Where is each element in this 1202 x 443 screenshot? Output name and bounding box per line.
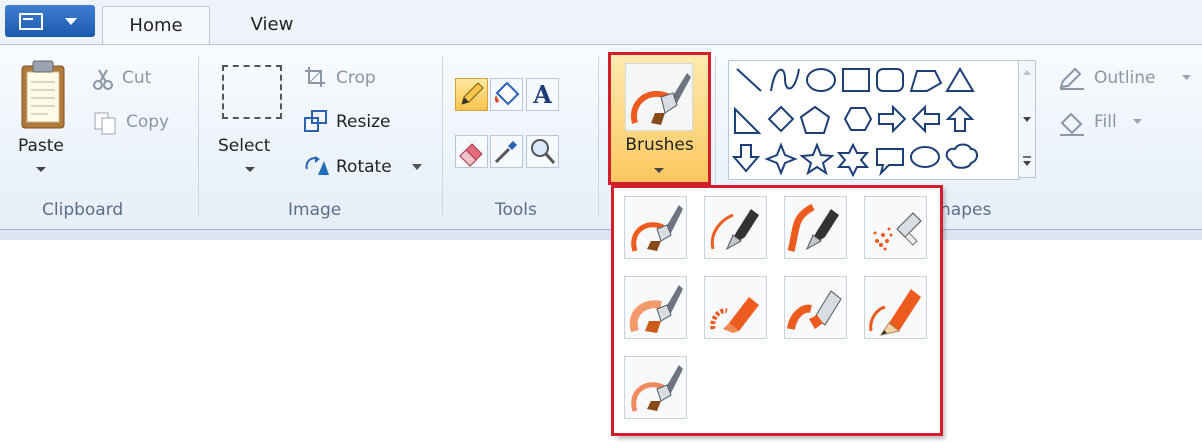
rectangle-shape-icon bbox=[842, 68, 870, 92]
ribbon-bottom-bar bbox=[0, 230, 1202, 240]
shapes-gallery[interactable] bbox=[728, 60, 1020, 180]
chevron-down-icon[interactable] bbox=[1133, 119, 1142, 125]
shapes-icons bbox=[731, 67, 978, 178]
resize-button[interactable]: Resize bbox=[336, 112, 390, 132]
rotate-button[interactable]: Rotate bbox=[336, 157, 392, 177]
eraser-icon bbox=[459, 143, 483, 167]
up-arrow-shape-icon bbox=[945, 105, 975, 132]
pencil-tool[interactable] bbox=[455, 78, 488, 111]
chevron-down-icon bbox=[65, 18, 77, 25]
hexagon-shape-icon bbox=[843, 107, 873, 131]
fill-bucket-icon bbox=[1060, 112, 1084, 136]
rounded-callout-shape-icon bbox=[876, 148, 904, 177]
oval-shape-icon bbox=[806, 68, 836, 92]
scroll-down-icon bbox=[1023, 117, 1031, 122]
shapes-gallery-scroller[interactable] bbox=[1018, 60, 1036, 178]
chevron-down-icon[interactable] bbox=[412, 164, 422, 171]
text-tool[interactable]: A bbox=[526, 78, 559, 111]
magnifier-icon bbox=[531, 139, 556, 164]
pentagon-shape-icon bbox=[799, 105, 831, 134]
diamond-shape-icon bbox=[767, 105, 795, 133]
gallery-scroll-icons bbox=[1023, 70, 1031, 166]
outline-button[interactable]: Outline bbox=[1094, 68, 1156, 88]
five-point-star-shape-icon bbox=[799, 142, 835, 176]
paint-menu-button[interactable] bbox=[5, 5, 95, 37]
ribbon-tab-strip: Home View bbox=[0, 0, 1202, 45]
chevron-down-icon[interactable] bbox=[1182, 75, 1191, 81]
eraser-tool[interactable] bbox=[455, 135, 488, 168]
copy-icon bbox=[94, 112, 116, 135]
group-label-shapes: hapes bbox=[940, 200, 992, 220]
chevron-down-icon[interactable] bbox=[244, 166, 256, 174]
cut-button[interactable]: Cut bbox=[122, 68, 151, 88]
select-icon[interactable] bbox=[222, 65, 282, 119]
color-picker-tool[interactable] bbox=[490, 135, 523, 168]
left-arrow-shape-icon bbox=[911, 104, 940, 134]
triangle-shape-icon bbox=[945, 67, 975, 92]
group-label-clipboard: Clipboard bbox=[42, 200, 124, 220]
four-point-star-shape-icon bbox=[764, 142, 798, 176]
group-label-tools: Tools bbox=[495, 200, 537, 220]
group-divider bbox=[442, 56, 443, 216]
tab-view[interactable]: View bbox=[222, 6, 322, 44]
group-divider bbox=[598, 56, 599, 216]
six-point-star-shape-icon bbox=[836, 142, 870, 178]
fill-tool[interactable] bbox=[490, 78, 523, 111]
magnifier-tool[interactable] bbox=[526, 135, 559, 168]
copy-button[interactable]: Copy bbox=[126, 112, 169, 132]
color-picker-icon bbox=[494, 141, 517, 164]
chevron-down-icon[interactable] bbox=[35, 166, 47, 174]
curve-shape-icon bbox=[770, 68, 800, 92]
group-divider bbox=[198, 56, 199, 216]
dropdown-highlight-box bbox=[611, 185, 943, 436]
brushes-highlight-box bbox=[608, 52, 711, 185]
scroll-up-icon bbox=[1023, 70, 1031, 75]
oval-callout-shape-icon bbox=[910, 146, 940, 168]
resize-icon bbox=[304, 110, 327, 132]
clipboard-icon[interactable] bbox=[18, 58, 68, 132]
tab-home[interactable]: Home bbox=[102, 6, 210, 45]
polygon-shape-icon bbox=[909, 70, 943, 92]
down-arrow-shape-icon bbox=[731, 144, 761, 173]
fill-button[interactable]: Fill bbox=[1094, 112, 1117, 132]
cloud-callout-shape-icon bbox=[945, 143, 978, 169]
rounded-rectangle-shape-icon bbox=[876, 68, 904, 92]
crop-icon bbox=[305, 67, 325, 87]
expand-gallery-icon bbox=[1023, 161, 1031, 166]
text-icon: A bbox=[533, 80, 552, 109]
outline-icon bbox=[1059, 67, 1084, 90]
scissors-icon bbox=[93, 69, 113, 90]
right-arrow-shape-icon bbox=[878, 104, 907, 134]
rotate-icon bbox=[305, 156, 329, 175]
pencil-icon bbox=[461, 82, 484, 105]
line-shape-icon bbox=[736, 68, 762, 92]
select-button[interactable]: Select bbox=[218, 136, 270, 156]
group-label-image: Image bbox=[288, 200, 342, 220]
crop-button[interactable]: Crop bbox=[336, 68, 376, 88]
right-triangle-shape-icon bbox=[734, 106, 762, 134]
fill-with-color-icon bbox=[494, 81, 520, 106]
paste-button[interactable]: Paste bbox=[18, 136, 64, 156]
paint-menu-icon bbox=[19, 13, 43, 30]
